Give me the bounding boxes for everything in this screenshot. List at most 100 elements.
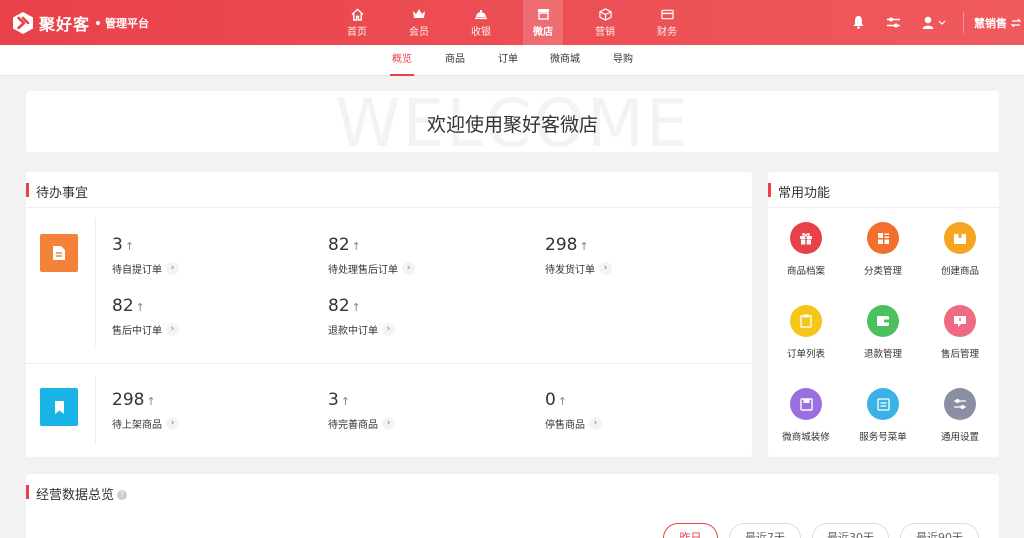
range-last-30-days[interactable]: 最近30天 [812, 523, 889, 538]
order-document-icon [40, 234, 78, 272]
nav-item-cashier[interactable]: 收银 [461, 0, 501, 45]
func-label: 服务号菜单 [859, 432, 907, 443]
trend-up-icon: ↑ [351, 301, 361, 314]
func-category-manage[interactable]: 分类管理 [848, 222, 918, 277]
chevron-right-icon[interactable]: › [589, 417, 602, 430]
func-label: 商品档案 [786, 266, 825, 277]
trend-up-icon: ↑ [124, 240, 135, 253]
trend-up-icon: ↑ [135, 301, 145, 314]
nav-item-member[interactable]: 会员 [399, 0, 439, 45]
subnav-tab-mall[interactable]: 微商城 [548, 45, 582, 76]
todo-count: 298 [545, 235, 578, 255]
func-refund-manage[interactable]: 退款管理 [848, 305, 918, 360]
func-mall-decoration[interactable]: 微商城装修 [771, 388, 841, 443]
user-avatar-icon [922, 16, 934, 29]
stats-panel-title: 经营数据总览 [36, 488, 115, 503]
user-menu[interactable] [921, 14, 947, 30]
title-accent-bar [26, 183, 29, 197]
brand-separator-dot [96, 20, 101, 25]
chevron-right-icon[interactable]: › [166, 417, 179, 430]
todo-label: 停售商品 [545, 420, 585, 431]
account-switch[interactable]: 慧销售 [974, 15, 1021, 31]
title-accent-bar [26, 485, 29, 499]
chevron-right-icon[interactable]: › [166, 323, 179, 336]
todo-label: 待完善商品 [328, 420, 378, 431]
todo-count: 82 [328, 296, 350, 316]
func-general-settings[interactable]: 通用设置 [925, 388, 995, 443]
subnav-tab-products[interactable]: 商品 [443, 45, 467, 76]
header-divider [963, 12, 964, 33]
help-icon[interactable]: ? [117, 490, 127, 500]
common-functions-panel: 常用功能 商品档案 分类管理 创建商品 订单列表 退款管理 售后管理 微商城装修… [768, 172, 999, 457]
todo-item[interactable]: 298 ↑ 待发货订单 › [545, 235, 612, 276]
todo-item[interactable]: 3 ↑ 待完善商品 › [328, 390, 395, 431]
func-product-archive[interactable]: 商品档案 [771, 222, 841, 277]
common-panel-title: 常用功能 [778, 186, 831, 201]
range-yesterday[interactable]: 昨日 [663, 523, 718, 538]
chevron-right-icon[interactable]: › [382, 323, 395, 336]
func-label: 通用设置 [940, 432, 979, 443]
todo-label: 退款中订单 [328, 326, 378, 337]
card-icon [660, 7, 674, 21]
stats-panel-header: 经营数据总览 ? [26, 474, 999, 510]
box-icon [598, 7, 612, 21]
nav-item-marketing[interactable]: 营销 [585, 0, 625, 45]
nav-label: 微店 [533, 27, 553, 38]
func-create-product[interactable]: 创建商品 [925, 222, 995, 277]
func-label: 订单列表 [786, 349, 825, 360]
todo-count: 3 [112, 235, 123, 255]
common-panel-header: 常用功能 [768, 172, 999, 208]
crown-icon [412, 7, 426, 21]
subnav-tab-orders[interactable]: 订单 [496, 45, 520, 76]
subnav-tab-overview[interactable]: 概览 [390, 45, 414, 76]
todo-panel: 待办事宜 3 ↑ 待自提订单 › 82 ↑ 待处理售后订单 › 298 ↑ 待发货订单 › … [26, 172, 752, 457]
nav-item-finance[interactable]: 财务 [647, 0, 687, 45]
nav-label: 会员 [409, 27, 429, 38]
range-last-90-days[interactable]: 最近90天 [900, 523, 979, 538]
func-order-list[interactable]: 订单列表 [771, 305, 841, 360]
subnav-tab-guide[interactable]: 导购 [611, 45, 635, 76]
service-icon [944, 305, 976, 337]
switch-arrows-icon [1011, 18, 1021, 28]
todo-label: 待处理售后订单 [328, 265, 398, 276]
func-aftersale-manage[interactable]: 售后管理 [925, 305, 995, 360]
nav-item-shop[interactable]: 微店 [523, 0, 563, 45]
func-service-menu[interactable]: 服务号菜单 [848, 388, 918, 443]
func-label: 售后管理 [940, 349, 979, 360]
nav-item-home[interactable]: 首页 [337, 0, 377, 45]
nav-label: 营销 [595, 27, 615, 38]
range-last-7-days[interactable]: 最近7天 [729, 523, 801, 538]
chevron-right-icon[interactable]: › [599, 262, 612, 275]
brand-name: 聚好客 [39, 14, 91, 34]
bookmark-icon [40, 388, 78, 426]
todo-item[interactable]: 298 ↑ 待上架商品 › [112, 390, 179, 431]
menu-list-icon [867, 388, 899, 420]
todo-item[interactable]: 3 ↑ 待自提订单 › [112, 235, 179, 276]
todo-item[interactable]: 82 ↑ 退款中订单 › [328, 296, 395, 337]
todo-count: 82 [112, 296, 134, 316]
trend-up-icon: ↑ [146, 395, 156, 408]
sub-nav: 概览 商品 订单 微商城 导购 [0, 45, 1024, 76]
shop-icon [536, 7, 550, 21]
todo-item[interactable]: 0 ↑ 停售商品 › [545, 390, 602, 431]
func-label: 微商城装修 [782, 432, 830, 443]
todo-item[interactable]: 82 ↑ 待处理售后订单 › [328, 235, 415, 276]
account-name: 慧销售 [974, 17, 1007, 30]
todo-divider [95, 377, 96, 445]
chevron-right-icon[interactable]: › [402, 262, 415, 275]
chevron-right-icon[interactable]: › [382, 417, 395, 430]
nav-label: 收银 [471, 27, 491, 38]
todo-item[interactable]: 82 ↑ 售后中订单 › [112, 296, 179, 337]
todo-count: 298 [112, 390, 145, 410]
todo-section-divider [26, 363, 752, 364]
welcome-text: 欢迎使用聚好客微店 [426, 114, 598, 136]
settings-sliders-icon[interactable] [885, 14, 901, 30]
notification-bell-icon[interactable] [850, 14, 866, 30]
sliders-icon [944, 388, 976, 420]
cashier-bell-icon [474, 7, 488, 21]
func-label: 分类管理 [863, 266, 902, 277]
clipboard-icon [790, 305, 822, 337]
chevron-right-icon[interactable]: › [166, 262, 179, 275]
brand[interactable]: 聚好客 管理平台 [11, 10, 149, 35]
package-icon [944, 222, 976, 254]
